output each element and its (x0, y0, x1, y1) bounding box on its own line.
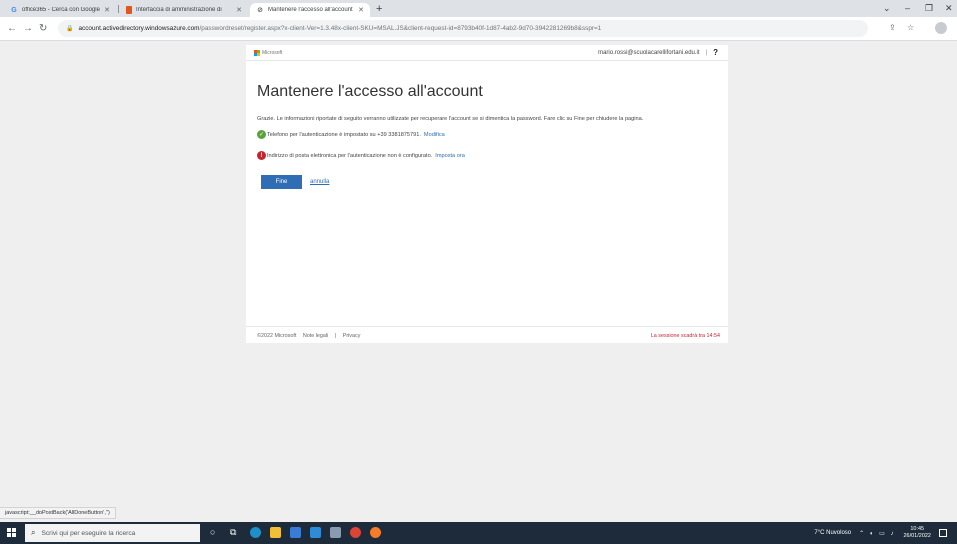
google-icon: G (11, 6, 17, 14)
checkmark-icon: ✓ (257, 130, 266, 139)
email-status-text: Indirizzo di posta elettronica per l'aut… (267, 152, 433, 159)
tab-title: Interfaccia di amministrazione di (136, 7, 222, 13)
tray-icons[interactable]: ⌃ ◐ ▭ ♪ (859, 530, 895, 537)
session-timer: La sessione scadrà tra 14:54 (650, 333, 720, 339)
windows-start-icon[interactable] (7, 528, 16, 537)
restore-icon[interactable]: ❐ (925, 2, 933, 14)
clock-date: 26/01/2022 (903, 533, 931, 539)
modify-phone-link[interactable]: Modifica (424, 132, 445, 138)
notification-icon[interactable] (939, 529, 947, 537)
page-viewport: Microsoft mario.rossi@scuolacarelliforta… (0, 42, 957, 522)
clock[interactable]: 10:45 26/01/2022 (903, 526, 931, 540)
close-icon[interactable]: ✕ (104, 6, 110, 14)
address-bar[interactable]: 🔒 account.activedirectory.windowsazure.c… (58, 20, 868, 37)
tab-title: Mantenere l'accesso all'account (268, 7, 353, 13)
intro-text: Grazie. Le informazioni riportate di seg… (257, 116, 644, 122)
file-explorer-icon[interactable] (270, 527, 281, 538)
alert-icon: ! (257, 151, 266, 160)
taskbar-search-input[interactable]: ⌕ Scrivi qui per eseguire la ricerca (25, 524, 200, 542)
task-view-icon[interactable]: ⧉ (230, 526, 236, 538)
app-icon[interactable] (330, 527, 341, 538)
store-icon[interactable] (290, 527, 301, 538)
chevron-down-icon[interactable]: ⌄ (883, 2, 891, 14)
firefox-icon[interactable] (370, 527, 381, 538)
tab-admin-center[interactable]: Interfaccia di amministrazione di ✕ (120, 3, 248, 17)
account-card: Microsoft mario.rossi@scuolacarelliforta… (246, 45, 728, 343)
user-area: mario.rossi@scuolacarellifortani.edu.it … (598, 48, 718, 57)
phone-status-row: ✓ Telefono per l'autenticazione è impost… (257, 130, 445, 139)
legal-link[interactable]: Note legali (303, 333, 328, 339)
cancel-link[interactable]: annulla (310, 179, 329, 185)
window-close-icon[interactable]: ✕ (945, 2, 953, 14)
close-icon[interactable]: ✕ (358, 6, 364, 14)
taskbar: ⌕ Scrivi qui per eseguire la ricerca ○ ⧉… (0, 522, 957, 544)
minimize-icon[interactable]: – (905, 2, 910, 14)
url-host: account.activedirectory.windowsazure.com (78, 25, 200, 32)
back-arrow-icon[interactable]: ← (7, 22, 17, 36)
footer-divider: | (334, 333, 337, 339)
browser-toolbar: ← → ↻ 🔒 account.activedirectory.windowsa… (0, 17, 957, 41)
setup-email-link[interactable]: Imposta ora (435, 153, 465, 159)
weather-widget[interactable]: 7°C Nuvoloso (814, 530, 851, 536)
chrome-icon[interactable] (350, 527, 361, 538)
page-title: Mantenere l'accesso all'account (257, 83, 483, 100)
microsoft-logo: Microsoft (254, 50, 282, 56)
email-status-row: ! Indirizzo di posta elettronica per l'a… (257, 151, 465, 160)
finish-button[interactable]: Fine (261, 175, 302, 189)
clock-time: 10:45 (910, 526, 925, 532)
mail-icon[interactable] (310, 527, 321, 538)
cortana-icon[interactable]: ○ (210, 526, 215, 538)
microsoft-account-icon: ⊘ (257, 7, 263, 14)
lock-icon: 🔒 (66, 26, 74, 32)
profile-avatar[interactable] (935, 22, 947, 34)
brand-name: Microsoft (262, 50, 283, 56)
copyright-text: ©2022 Microsoft (257, 333, 297, 339)
url-path: /passwordreset/register.aspx?x-client-Ve… (199, 25, 602, 32)
privacy-link[interactable]: Privacy (343, 333, 361, 339)
system-tray: 7°C Nuvoloso ⌃ ◐ ▭ ♪ 10:45 26/01/2022 (814, 525, 947, 541)
user-email[interactable]: mario.rossi@scuolacarellifortani.edu.it (598, 50, 699, 56)
phone-status-text: Telefono per l'autenticazione è impostat… (267, 131, 421, 138)
forward-arrow-icon[interactable]: → (23, 22, 33, 36)
tab-active-account[interactable]: ⊘ Mantenere l'accesso all'account ✕ (250, 3, 370, 17)
status-bar-url: javascript:__doPostBack('AllDoneButton',… (0, 507, 116, 519)
reload-icon[interactable]: ↻ (39, 22, 47, 36)
tab-separator (118, 5, 119, 13)
microsoft-logo-icon (254, 50, 260, 56)
user-divider: | (705, 49, 708, 56)
tab-title: office365 - Cerca con Google (22, 7, 100, 13)
new-tab-button[interactable]: + (376, 2, 382, 16)
search-icon: ⌕ (31, 528, 36, 537)
office-icon (126, 6, 132, 14)
card-footer: ©2022 Microsoft Note legali | Privacy La… (246, 326, 728, 343)
search-placeholder: Scrivi qui per eseguire la ricerca (41, 529, 136, 537)
close-icon[interactable]: ✕ (236, 6, 242, 14)
tab-strip: G office365 - Cerca con Google ✕ Interfa… (0, 0, 957, 17)
edge-icon[interactable] (250, 527, 261, 538)
card-header: Microsoft mario.rossi@scuolacarelliforta… (246, 45, 728, 61)
help-icon[interactable]: ? (713, 48, 718, 57)
share-icon[interactable]: ⇪ (889, 22, 896, 34)
tab-google-search[interactable]: G office365 - Cerca con Google ✕ (4, 3, 116, 17)
star-icon[interactable]: ☆ (907, 22, 914, 34)
